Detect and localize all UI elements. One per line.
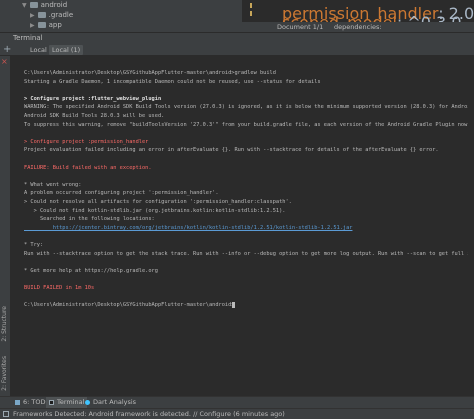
- terminal-icon: [49, 399, 54, 405]
- terminal-line: C:\Users\Administrator\Desktop\GSYGithub…: [24, 302, 235, 309]
- left-tool-strip: × 2: Structure 2: Favorites: [0, 56, 10, 396]
- terminal-line: Starting a Gradle Daemon, 1 incompatible…: [24, 78, 321, 85]
- collapsed-arrow-icon[interactable]: ▶: [30, 12, 35, 19]
- terminal-line: BUILD FAILED in 1m 10s: [24, 285, 95, 291]
- document-counter: Document 1/1: [277, 23, 324, 31]
- terminal-line: * Get more help at https://help.gradle.o…: [24, 267, 158, 274]
- tree-item-app[interactable]: ▶ app: [30, 21, 62, 30]
- favorites-tool-button[interactable]: 2: Favorites: [1, 356, 8, 391]
- terminal-tab-bar: + Local Local (1): [0, 43, 474, 56]
- status-window-icon[interactable]: [3, 411, 9, 417]
- terminal-line: > Configure project :flutter_webview_plu…: [24, 95, 162, 102]
- terminal-line: Searched in the following locations:: [24, 216, 155, 223]
- terminal-output[interactable]: C:\Users\Administrator\Desktop\GSYGithub…: [24, 70, 474, 384]
- tab-local-1[interactable]: Local (1): [49, 45, 84, 55]
- add-session-icon[interactable]: +: [3, 44, 11, 55]
- terminal-line: To suppress this warning, remove "buildT…: [24, 121, 474, 128]
- terminal-line: C:\Users\Administrator\Desktop\GSYGithub…: [24, 70, 276, 76]
- status-bar[interactable]: Frameworks Detected: Android framework i…: [0, 408, 474, 419]
- bottom-tool-tabs: 6: TODO Terminal Dart Analysis: [0, 396, 474, 408]
- folder-icon: [37, 22, 46, 28]
- todo-icon: [15, 399, 20, 405]
- terminal-line: Run with --stacktrace option to get the …: [24, 250, 474, 257]
- dart-icon: [85, 399, 90, 405]
- tree-item-android[interactable]: ▼ android: [22, 1, 67, 10]
- tab-local[interactable]: Local: [27, 45, 50, 55]
- folder-icon: [29, 2, 38, 8]
- breadcrumb-dependencies[interactable]: dependencies:: [334, 22, 382, 32]
- status-message: Frameworks Detected: Android framework i…: [13, 410, 285, 418]
- terminal-line: WARNING: The specified Android SDK Build…: [24, 104, 474, 111]
- terminal-line: > Could not resolve all artifacts for co…: [24, 199, 292, 205]
- terminal-cursor: [232, 302, 235, 309]
- terminal-line: > Configure project :permission_handler: [24, 138, 149, 145]
- structure-tool-button[interactable]: 2: Structure: [1, 306, 8, 342]
- terminal-line: FAILURE: Build failed with an exception.: [24, 164, 152, 171]
- terminal-line: https://jcenter.bintray.com/org/jetbrain…: [24, 224, 353, 231]
- terminal-title: Terminal: [13, 34, 43, 42]
- folder-icon: [37, 12, 46, 18]
- project-tree: ▼ android ▶ .gradle ▶ app: [0, 0, 242, 32]
- tree-item-gradle[interactable]: ▶ .gradle: [30, 11, 73, 20]
- collapsed-arrow-icon[interactable]: ▶: [30, 22, 35, 29]
- terminal-line: Project evaluation failed including an e…: [24, 147, 439, 154]
- gutter-marker: [250, 11, 252, 16]
- editor-breadcrumb: Document 1/1 dependencies:: [242, 22, 474, 32]
- terminal-line: * Try:: [24, 242, 44, 248]
- terminal-line: A problem occurred configuring project '…: [24, 190, 219, 197]
- terminal-line: > Could not find kotlin-stdlib.jar (org.…: [24, 207, 286, 214]
- tool-tab-dart-analysis[interactable]: Dart Analysis: [82, 397, 139, 408]
- expanded-arrow-icon[interactable]: ▼: [22, 2, 27, 9]
- terminal-header: Terminal: [0, 32, 474, 43]
- scrollbar[interactable]: [468, 56, 474, 384]
- terminal-line: * What went wrong:: [24, 181, 82, 188]
- close-icon[interactable]: ×: [1, 58, 8, 66]
- gutter-marker: [250, 3, 252, 8]
- terminal-line: Android SDK Build Tools 28.0.3 will be u…: [24, 113, 165, 119]
